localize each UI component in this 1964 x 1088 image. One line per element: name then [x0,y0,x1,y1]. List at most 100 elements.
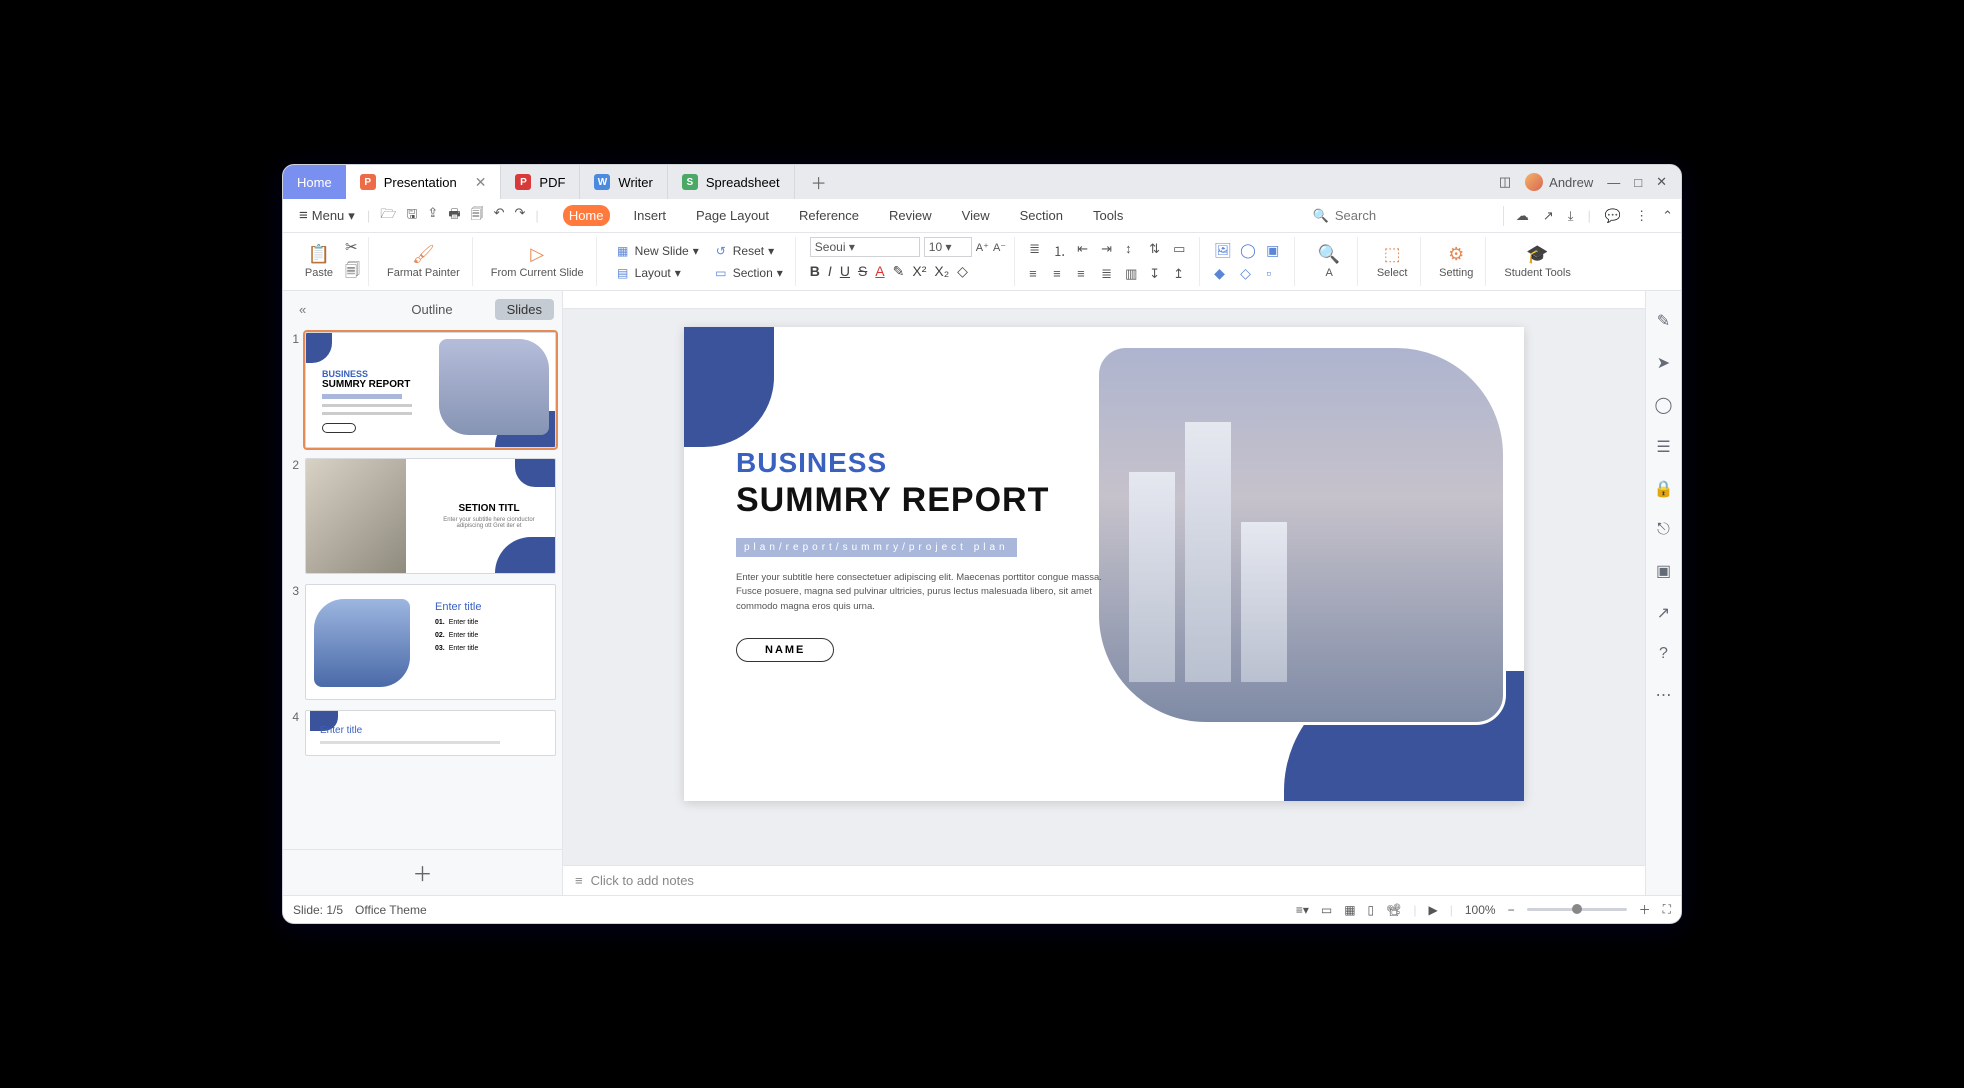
font-size-select[interactable]: 10 ▾ [924,237,972,257]
layout-button[interactable]: ▤Layout ▾ [611,264,703,282]
underline-icon[interactable]: U [840,263,850,280]
select-button[interactable]: ⬚Select [1372,242,1412,281]
from-current-slide-button[interactable]: ▷From Current Slide [487,242,588,281]
justify-icon[interactable]: ≣ [1101,266,1119,282]
font-name-select[interactable]: Seoui ▾ [810,237,920,257]
cut-icon[interactable]: ✂ [345,238,360,256]
print-icon[interactable]: 🖶 [448,205,460,227]
subscript-icon[interactable]: X₂ [934,263,949,280]
chat-icon[interactable]: 💬 [1605,208,1621,224]
columns-icon[interactable]: ▥ [1125,266,1143,282]
ribbon-tools[interactable]: Tools [1087,205,1129,226]
slideshow-view-icon[interactable]: 📽 [1386,903,1401,917]
ribbon-home[interactable]: Home [563,205,610,226]
close-button[interactable]: ✕ [1656,174,1667,190]
tab-pdf[interactable]: P PDF [501,165,580,199]
ribbon-review[interactable]: Review [883,205,938,226]
zoom-slider[interactable] [1527,908,1627,911]
ribbon-section[interactable]: Section [1014,205,1069,226]
picture-icon[interactable]: 🖼 [1214,242,1234,259]
notes-bar[interactable]: ≡ Click to add notes [563,865,1645,895]
close-icon[interactable]: ✕ [475,174,487,191]
spacing-before-icon[interactable]: ↧ [1149,266,1167,282]
text-direction-icon[interactable]: ⇅ [1149,241,1167,260]
tab-spreadsheet[interactable]: S Spreadsheet [668,165,795,199]
shapes-icon[interactable]: ◯ [1240,242,1260,259]
align-center-icon[interactable]: ≡ [1053,266,1071,282]
ribbon-view[interactable]: View [956,205,996,226]
zoom-out-icon[interactable]: − [1508,903,1515,917]
minimize-button[interactable]: ― [1607,175,1620,190]
horizontal-ruler[interactable] [563,291,1645,309]
open-icon[interactable]: 🗁 [380,205,396,227]
tab-writer[interactable]: W Writer [580,165,667,199]
export-icon[interactable]: ⤓ [1568,208,1574,224]
decrease-indent-icon[interactable]: ⇤ [1077,241,1095,260]
font-color-icon[interactable]: A [875,263,884,280]
body-text[interactable]: Enter your subtitle here consectetuer ad… [736,571,1116,614]
italic-icon[interactable]: I [828,263,832,280]
slide-canvas[interactable]: BUSINESS SUMMRY REPORT plan/report/summr… [684,327,1524,801]
normal-view-icon[interactable]: ▭ [1321,903,1332,917]
outline-tab[interactable]: Outline [399,299,464,320]
pencil-icon[interactable]: ✎ [1657,311,1670,331]
thumbnail-2[interactable]: 2 SETION TITL Enter your subtitle here c… [285,458,556,574]
bullets-icon[interactable]: ≣ [1029,241,1047,260]
maximize-button[interactable]: □ [1634,175,1642,190]
user-menu[interactable]: Andrew [1525,173,1593,191]
shape-outline-icon[interactable]: ◇ [1240,265,1260,282]
heading-business[interactable]: BUSINESS [736,447,1116,479]
collapse-ribbon-icon[interactable]: ⌃ [1662,208,1673,224]
grow-font-icon[interactable]: A⁺ [976,241,989,254]
increase-indent-icon[interactable]: ⇥ [1101,241,1119,260]
print-preview-icon[interactable]: 🗐 [471,205,484,227]
find-replace-button[interactable]: 🔍A [1309,242,1349,281]
new-slide-button[interactable]: ▦New Slide ▾ [611,242,703,260]
spacing-after-icon[interactable]: ↥ [1173,266,1191,282]
exit-icon[interactable]: ⎋ [1657,521,1670,539]
thumbnail-3[interactable]: 3 Enter title 01.Enter title 02.Enter ti… [285,584,556,700]
ribbon-insert[interactable]: Insert [628,205,673,226]
thumbnail-1[interactable]: 1 BUSINESS SUMMRY REPORT [285,332,556,448]
ribbon-reference[interactable]: Reference [793,205,865,226]
window-split-icon[interactable]: ◫ [1499,174,1511,190]
tab-home[interactable]: Home [283,165,346,199]
shape-fill-icon[interactable]: ◆ [1214,265,1234,282]
name-pill[interactable]: NAME [736,638,834,662]
thumbnail-list[interactable]: 1 BUSINESS SUMMRY REPORT 2 [283,328,562,849]
search-input[interactable] [1335,208,1495,223]
align-left-icon[interactable]: ≡ [1029,266,1047,282]
share-rail-icon[interactable]: ↗ [1657,603,1670,623]
view-menu-icon[interactable]: ≡▾ [1296,903,1309,917]
save-icon[interactable]: 🖫 [406,205,417,227]
fit-window-icon[interactable]: ⛶ [1663,902,1671,917]
format-painter-button[interactable]: 🖌Farmat Painter [383,242,464,281]
align-right-icon[interactable]: ≡ [1077,266,1095,282]
search-box[interactable]: 🔍 [1305,206,1504,226]
student-tools-button[interactable]: 🎓Student Tools [1500,242,1574,281]
tab-presentation[interactable]: P Presentation ✕ [346,165,502,199]
shape-effects-icon[interactable]: ▫ [1266,265,1286,282]
share-out-icon[interactable]: ↗ [1543,208,1554,224]
shrink-font-icon[interactable]: A⁻ [993,241,1006,254]
subtitle-bar[interactable]: plan/report/summry/project plan [736,538,1017,557]
sorter-view-icon[interactable]: ▦ [1344,903,1355,917]
add-slide-button[interactable]: ＋ [283,849,562,895]
help-icon[interactable]: ? [1659,645,1668,663]
numbering-icon[interactable]: ⒈ [1053,241,1071,260]
undo-icon[interactable]: ↶ [494,205,505,227]
reading-view-icon[interactable]: ▯ [1368,903,1375,917]
share-icon[interactable]: ⇪ [427,205,438,227]
redo-icon[interactable]: ↷ [515,205,526,227]
pointer-icon[interactable]: ➤ [1657,353,1670,373]
shape-tool-icon[interactable]: ◯ [1655,395,1673,415]
lock-icon[interactable]: 🔒 [1654,479,1674,499]
highlight-icon[interactable]: ✎ [893,263,905,280]
zoom-level[interactable]: 100% [1465,903,1496,917]
play-status-icon[interactable]: ▶ [1429,903,1438,917]
setting-button[interactable]: ⚙Setting [1435,242,1477,281]
clear-format-icon[interactable]: ◇ [957,263,968,280]
reset-button[interactable]: ↺Reset ▾ [709,242,787,260]
superscript-icon[interactable]: X² [912,263,926,280]
paste-button[interactable]: 📋Paste [299,242,339,281]
